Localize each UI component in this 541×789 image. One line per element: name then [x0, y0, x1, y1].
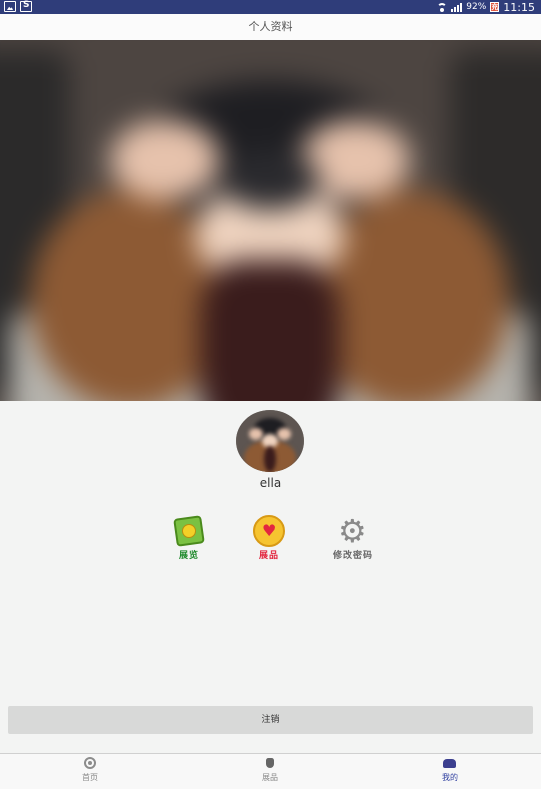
profile-icon — [443, 759, 456, 768]
gallery-icon — [171, 515, 207, 547]
gear-icon: ⚙ — [338, 512, 367, 550]
avatar[interactable] — [236, 410, 304, 472]
battery-percent: 92% — [466, 2, 487, 12]
image-notification-icon — [4, 1, 16, 12]
clock: 11:15 — [503, 0, 535, 14]
menu-item-exhibits[interactable]: ♥ 展品 — [234, 515, 304, 561]
menu-item-gallery[interactable]: 展览 — [154, 515, 224, 561]
menu-item-change-password[interactable]: ⚙ 修改密码 — [318, 515, 388, 561]
heart-icon: ♥ — [251, 515, 287, 547]
wifi-icon — [437, 3, 448, 12]
logout-button[interactable]: 注销 — [8, 706, 533, 734]
home-icon — [84, 757, 96, 769]
tab-label: 我的 — [442, 773, 458, 782]
username: ella — [259, 476, 282, 490]
page-title: 个人资料 — [0, 14, 541, 41]
tab-profile[interactable]: 我的 — [390, 754, 510, 789]
app-notification-icon — [20, 0, 32, 12]
tab-exhibits[interactable]: 展品 — [210, 754, 330, 789]
cover-image — [0, 40, 541, 401]
tab-label: 首页 — [82, 773, 98, 782]
menu-item-label: 展览 — [178, 551, 199, 561]
signal-icon — [451, 2, 463, 12]
battery-icon: 充 — [490, 2, 500, 12]
tab-home[interactable]: 首页 — [30, 754, 150, 789]
tab-label: 展品 — [262, 773, 278, 782]
status-bar: 92% 充 11:15 — [0, 0, 541, 14]
trophy-icon — [266, 758, 274, 768]
bottom-tab-bar: 首页 展品 我的 — [0, 753, 541, 789]
menu-item-label: 展品 — [258, 551, 279, 561]
profile-menu: 展览 ♥ 展品 ⚙ 修改密码 — [0, 515, 541, 565]
